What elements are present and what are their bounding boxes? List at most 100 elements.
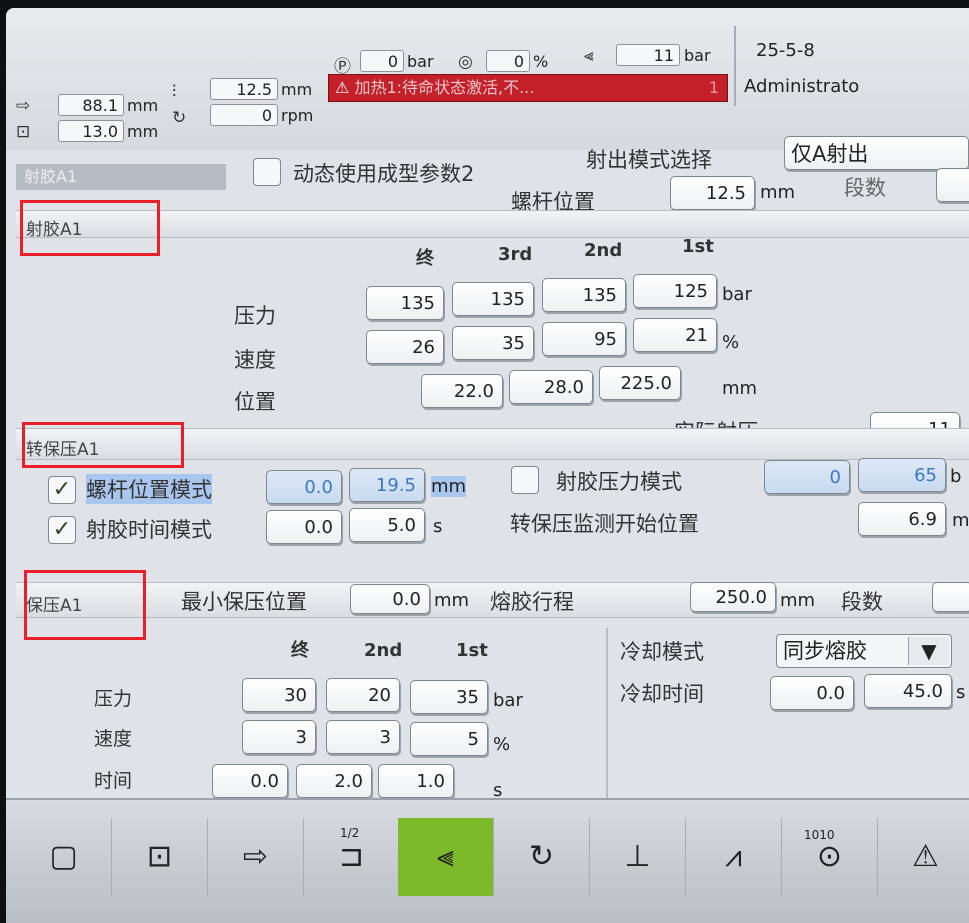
unit: b — [950, 466, 962, 487]
hold-stages-field[interactable] — [932, 582, 969, 612]
cooling-mode-value: 同步熔胶 — [783, 639, 867, 663]
screw-position-mode-checkbox[interactable]: ✓ — [48, 476, 76, 504]
inject-speed-1st[interactable]: 21 — [633, 318, 717, 352]
cooling-time-field-2[interactable]: 45.0 — [864, 674, 952, 708]
unit: bar — [722, 284, 752, 305]
transfer-monitor-label: 转保压监测开始位置 — [510, 512, 699, 536]
annotation-box — [20, 200, 160, 256]
hold-pressure-final[interactable]: 30 — [242, 678, 316, 712]
unit: % — [493, 734, 511, 755]
ejector-button[interactable]: ⇨ — [208, 818, 304, 896]
temperature-button[interactable]: ⩘ — [686, 818, 782, 896]
inject-pressure-3rd[interactable]: 135 — [452, 282, 534, 316]
unit-half-button[interactable]: 1/2 ⊐ — [304, 818, 400, 896]
pressure-readout: 0 — [360, 50, 404, 72]
min-hold-position-label: 最小保压位置 — [181, 590, 307, 614]
dynamic-params-label: 动态使用成型参数2 — [293, 162, 475, 186]
hold-speed-final[interactable]: 3 — [242, 720, 316, 754]
inject-position-final[interactable]: 22.0 — [421, 374, 503, 408]
min-hold-position-field[interactable]: 0.0 — [350, 584, 430, 614]
inject-pressure-2nd[interactable]: 135 — [542, 278, 626, 312]
unit: bar — [684, 46, 711, 65]
inject-position-3rd[interactable]: 28.0 — [509, 370, 593, 404]
hold-time-label: 时间 — [94, 770, 133, 792]
screw-position-field[interactable]: 12.5 — [670, 176, 755, 210]
time-mode-field-1[interactable]: 0.0 — [266, 510, 342, 544]
unit: % — [533, 52, 549, 71]
col-2nd: 2nd — [364, 640, 403, 661]
injection-mode-select[interactable]: 仅A射出 — [784, 136, 969, 170]
user-name: Administrato — [744, 76, 860, 97]
user-info: 25-5-8 Administrato — [734, 26, 969, 106]
chevron-down-icon[interactable]: ▼ — [908, 637, 949, 665]
bottom-nav: ▢ ⊡ ⇨ 1/2 ⊐ ⫷ ↻ ⊥ ⩘ 1010 ⊙ ⚠ — [6, 798, 969, 923]
time-mode-field-2[interactable]: 5.0 — [349, 508, 425, 542]
melt-stroke-field[interactable]: 250.0 — [690, 582, 776, 612]
tab-inject-a1[interactable]: 射胶A1 — [16, 164, 226, 190]
stages-field[interactable] — [936, 168, 969, 202]
hmi-screen: ⇨ 88.1 mm ⊡ 13.0 mm ⫶ 12.5 mm ↻ 0 rpm Ⓟ … — [6, 8, 969, 923]
divider — [606, 628, 608, 804]
inject-pressure-1st[interactable]: 125 — [633, 274, 717, 308]
back-pressure-icon: ⫷ — [584, 46, 594, 66]
hold-pressure-1st[interactable]: 35 — [410, 680, 488, 714]
production-button[interactable]: 1010 ⊙ — [782, 818, 878, 896]
unit: mm — [431, 476, 467, 497]
warning-icon: ⚠ — [912, 839, 939, 874]
hold-speed-label: 速度 — [94, 728, 133, 750]
unit: rpm — [281, 106, 314, 125]
dynamic-params-checkbox[interactable] — [253, 158, 281, 186]
screw-mode-field-2[interactable]: 19.5 — [349, 468, 425, 502]
hold-time-final[interactable]: 0.0 — [212, 764, 288, 798]
unit: % — [722, 332, 740, 353]
inject-time-mode-label: 射胶时间模式 — [86, 518, 212, 542]
transfer-monitor-field[interactable]: 6.9 — [858, 502, 946, 536]
cooling-time-label: 冷却时间 — [620, 682, 704, 706]
screw-mode-field-1[interactable]: 0.0 — [266, 470, 342, 504]
injection-unit-icon: ⇨ — [16, 96, 31, 116]
unit: s — [956, 682, 966, 703]
injection-screw-icon: ⫷ — [437, 839, 454, 874]
warning-icon: ⚠ — [335, 78, 350, 97]
pressure-mode-field-2[interactable]: 65 — [858, 458, 946, 492]
screw-stroke-readout: 12.5 — [210, 78, 278, 100]
hold-speed-2nd[interactable]: 3 — [326, 720, 400, 754]
unit: bar — [407, 52, 434, 71]
inject-time-mode-checkbox[interactable]: ✓ — [48, 516, 76, 544]
injection-button[interactable]: ⫷ — [398, 818, 494, 896]
col-2nd: 2nd — [584, 240, 623, 261]
speed-readout: 0 — [486, 50, 530, 72]
cooling-mode-dropdown[interactable]: 同步熔胶 ▼ — [776, 634, 952, 668]
unit: mm — [434, 590, 470, 611]
col-1st: 1st — [456, 640, 488, 661]
stages-label: 段数 — [844, 176, 886, 200]
status-bar: ⇨ 88.1 mm ⊡ 13.0 mm ⫶ 12.5 mm ↻ 0 rpm Ⓟ … — [6, 8, 969, 152]
inject-pressure-final[interactable]: 135 — [366, 286, 444, 320]
screw-rpm-readout: 0 — [210, 104, 278, 126]
pressure-mode-field-1[interactable]: 0 — [764, 460, 850, 494]
carriage-button[interactable]: ⊥ — [590, 818, 686, 896]
mold-icon: ⊡ — [146, 839, 173, 874]
inject-speed-3rd[interactable]: 35 — [452, 326, 534, 360]
injection-mode-label: 射出模式选择 — [586, 148, 712, 172]
hold-speed-1st[interactable]: 5 — [410, 722, 488, 756]
hold-time-2nd[interactable]: 2.0 — [296, 764, 372, 798]
unit: mm — [281, 80, 313, 99]
hold-pressure-2nd[interactable]: 20 — [326, 678, 400, 712]
hold-pressure-label: 压力 — [94, 688, 133, 710]
inject-position-2nd[interactable]: 225.0 — [599, 366, 681, 400]
mold-button[interactable]: ⊡ — [112, 818, 208, 896]
more-button[interactable]: ⚠ — [878, 818, 969, 896]
col-final: 终 — [291, 640, 309, 661]
col-1st: 1st — [682, 236, 714, 257]
unit: mm — [127, 122, 159, 141]
unit: mm — [722, 378, 758, 399]
inject-speed-2nd[interactable]: 95 — [542, 322, 626, 356]
cooling-time-field-1[interactable]: 0.0 — [770, 676, 854, 710]
inject-pressure-mode-checkbox[interactable] — [511, 466, 539, 494]
overview-button[interactable]: ▢ — [16, 818, 112, 896]
alarm-banner[interactable]: ⚠ 加热1:待命状态激活,不... 1 — [328, 74, 728, 102]
inject-speed-final[interactable]: 26 — [366, 330, 444, 364]
plasticizing-button[interactable]: ↻ — [494, 818, 590, 896]
hold-time-1st[interactable]: 1.0 — [378, 764, 454, 798]
